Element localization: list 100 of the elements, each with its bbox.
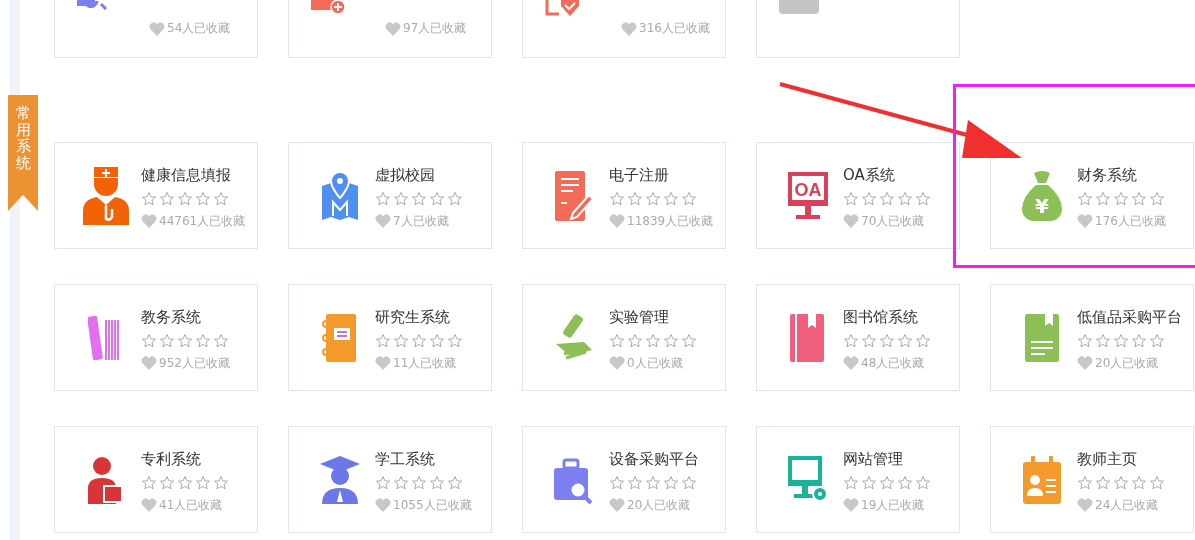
star-icon[interactable] [429, 190, 445, 207]
star-icon[interactable] [393, 474, 409, 491]
star-icon[interactable] [141, 190, 157, 207]
star-icon[interactable] [1095, 190, 1111, 207]
star-icon[interactable] [1113, 190, 1129, 207]
star-icon[interactable] [447, 190, 463, 207]
star-icon[interactable] [393, 190, 409, 207]
star-icon[interactable] [177, 332, 193, 349]
system-card[interactable]: 教务系统 952人已收藏 [54, 284, 258, 391]
system-card[interactable]: 健康信息填报 44761人已收藏 [54, 142, 258, 249]
star-icon[interactable] [177, 190, 193, 207]
star-icon[interactable] [1077, 474, 1093, 491]
star-icon[interactable] [1131, 332, 1147, 349]
star-icon[interactable] [1149, 190, 1165, 207]
system-name: 网站管理 [843, 449, 904, 469]
star-icon[interactable] [159, 190, 175, 207]
system-card[interactable]: ¥ 财务系统 176人已收藏 [990, 142, 1194, 249]
star-icon[interactable] [375, 190, 391, 207]
star-icon[interactable] [1077, 190, 1093, 207]
system-card[interactable]: 专利系统 41人已收藏 [54, 426, 258, 533]
star-icon[interactable] [915, 190, 931, 207]
star-icon[interactable] [375, 474, 391, 491]
star-icon[interactable] [429, 332, 445, 349]
star-icon[interactable] [843, 332, 859, 349]
star-icon[interactable] [645, 332, 661, 349]
star-icon[interactable] [195, 190, 211, 207]
system-card[interactable]: 设备采购平台 20人已收藏 [522, 426, 726, 533]
star-icon[interactable] [429, 474, 445, 491]
star-icon[interactable] [177, 474, 193, 491]
star-icon[interactable] [411, 474, 427, 491]
system-card[interactable] [756, 0, 960, 58]
star-icon[interactable] [1131, 474, 1147, 491]
star-icon[interactable] [681, 332, 697, 349]
star-icon[interactable] [195, 332, 211, 349]
star-icon[interactable] [861, 474, 877, 491]
system-card[interactable]: 教师主页 24人已收藏 [990, 426, 1194, 533]
star-icon[interactable] [879, 332, 895, 349]
system-card[interactable]: 实验管理 0人已收藏 [522, 284, 726, 391]
star-icon[interactable] [375, 332, 391, 349]
star-icon[interactable] [609, 474, 625, 491]
star-icon[interactable] [897, 474, 913, 491]
star-icon[interactable] [159, 332, 175, 349]
star-icon[interactable] [681, 474, 697, 491]
star-icon[interactable] [897, 332, 913, 349]
star-icon[interactable] [663, 332, 679, 349]
favorite-count: 11人已收藏 [393, 354, 457, 372]
star-icon[interactable] [609, 190, 625, 207]
favorite-count: 176人已收藏 [1095, 212, 1166, 230]
system-card[interactable]: 电子注册 11839人已收藏 [522, 142, 726, 249]
star-icon[interactable] [1149, 474, 1165, 491]
favorite-count: 19人已收藏 [861, 496, 925, 514]
star-icon[interactable] [393, 332, 409, 349]
heart-icon [1077, 497, 1093, 513]
star-icon[interactable] [213, 332, 229, 349]
star-icon[interactable] [897, 190, 913, 207]
star-icon[interactable] [159, 474, 175, 491]
star-icon[interactable] [915, 332, 931, 349]
star-icon[interactable] [1113, 332, 1129, 349]
heart-icon [375, 497, 391, 513]
star-icon[interactable] [1095, 474, 1111, 491]
star-icon[interactable] [879, 190, 895, 207]
star-icon[interactable] [915, 474, 931, 491]
system-card[interactable]: 低值品采购平台 20人已收藏 [990, 284, 1194, 391]
star-icon[interactable] [141, 474, 157, 491]
star-icon[interactable] [627, 474, 643, 491]
star-icon[interactable] [447, 474, 463, 491]
star-icon[interactable] [645, 474, 661, 491]
star-icon[interactable] [843, 474, 859, 491]
system-card[interactable]: 学工系统 1055人已收藏 [288, 426, 492, 533]
star-icon[interactable] [1077, 332, 1093, 349]
favorite-count: 1055人已收藏 [393, 496, 472, 514]
star-icon[interactable] [861, 332, 877, 349]
star-icon[interactable] [1131, 190, 1147, 207]
star-icon[interactable] [141, 332, 157, 349]
system-card[interactable]: 研究生系统 11人已收藏 [288, 284, 492, 391]
system-card[interactable]: 图书馆系统 48人已收藏 [756, 284, 960, 391]
star-icon[interactable] [213, 190, 229, 207]
star-icon[interactable] [447, 332, 463, 349]
star-icon[interactable] [213, 474, 229, 491]
system-card[interactable]: OA OA系统 70人已收藏 [756, 142, 960, 249]
star-icon[interactable] [843, 190, 859, 207]
heart-icon [385, 20, 401, 37]
system-card[interactable]: 虚拟校园 7人已收藏 [288, 142, 492, 249]
star-icon[interactable] [663, 474, 679, 491]
star-icon[interactable] [411, 332, 427, 349]
star-icon[interactable] [411, 190, 427, 207]
star-icon[interactable] [609, 332, 625, 349]
star-icon[interactable] [879, 474, 895, 491]
system-name: 教师主页 [1077, 449, 1138, 469]
star-icon[interactable] [627, 332, 643, 349]
star-icon[interactable] [1149, 332, 1165, 349]
star-icon[interactable] [681, 190, 697, 207]
star-icon[interactable] [663, 190, 679, 207]
star-icon[interactable] [195, 474, 211, 491]
system-card[interactable]: 网站管理 19人已收藏 [756, 426, 960, 533]
star-icon[interactable] [645, 190, 661, 207]
star-icon[interactable] [1113, 474, 1129, 491]
star-icon[interactable] [1095, 332, 1111, 349]
star-icon[interactable] [861, 190, 877, 207]
star-icon[interactable] [627, 190, 643, 207]
